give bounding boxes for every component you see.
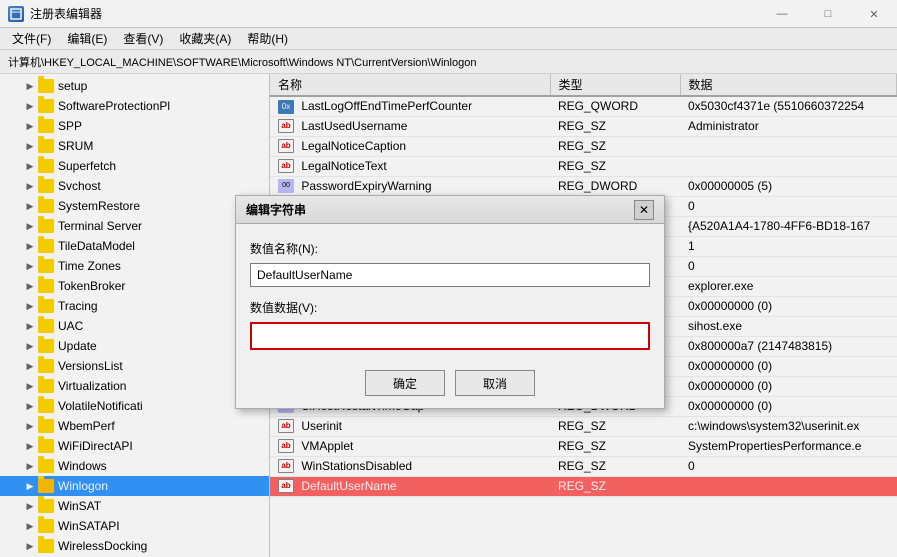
edit-string-dialog: 编辑字符串 ✕ 数值名称(N): 数值数据(V): 确定 取消	[235, 195, 665, 409]
name-input[interactable]	[250, 263, 650, 287]
dialog-buttons: 确定 取消	[250, 370, 650, 396]
dialog-title: 编辑字符串	[246, 201, 306, 218]
name-label: 数值名称(N):	[250, 240, 650, 257]
ok-button[interactable]: 确定	[365, 370, 445, 396]
data-input[interactable]	[250, 322, 650, 350]
cancel-button[interactable]: 取消	[455, 370, 535, 396]
dialog-titlebar: 编辑字符串 ✕	[236, 196, 664, 224]
dialog-close-button[interactable]: ✕	[634, 200, 654, 220]
dialog-body: 数值名称(N): 数值数据(V): 确定 取消	[236, 224, 664, 408]
data-label: 数值数据(V):	[250, 299, 650, 316]
dialog-overlay: 编辑字符串 ✕ 数值名称(N): 数值数据(V): 确定 取消	[0, 0, 897, 557]
